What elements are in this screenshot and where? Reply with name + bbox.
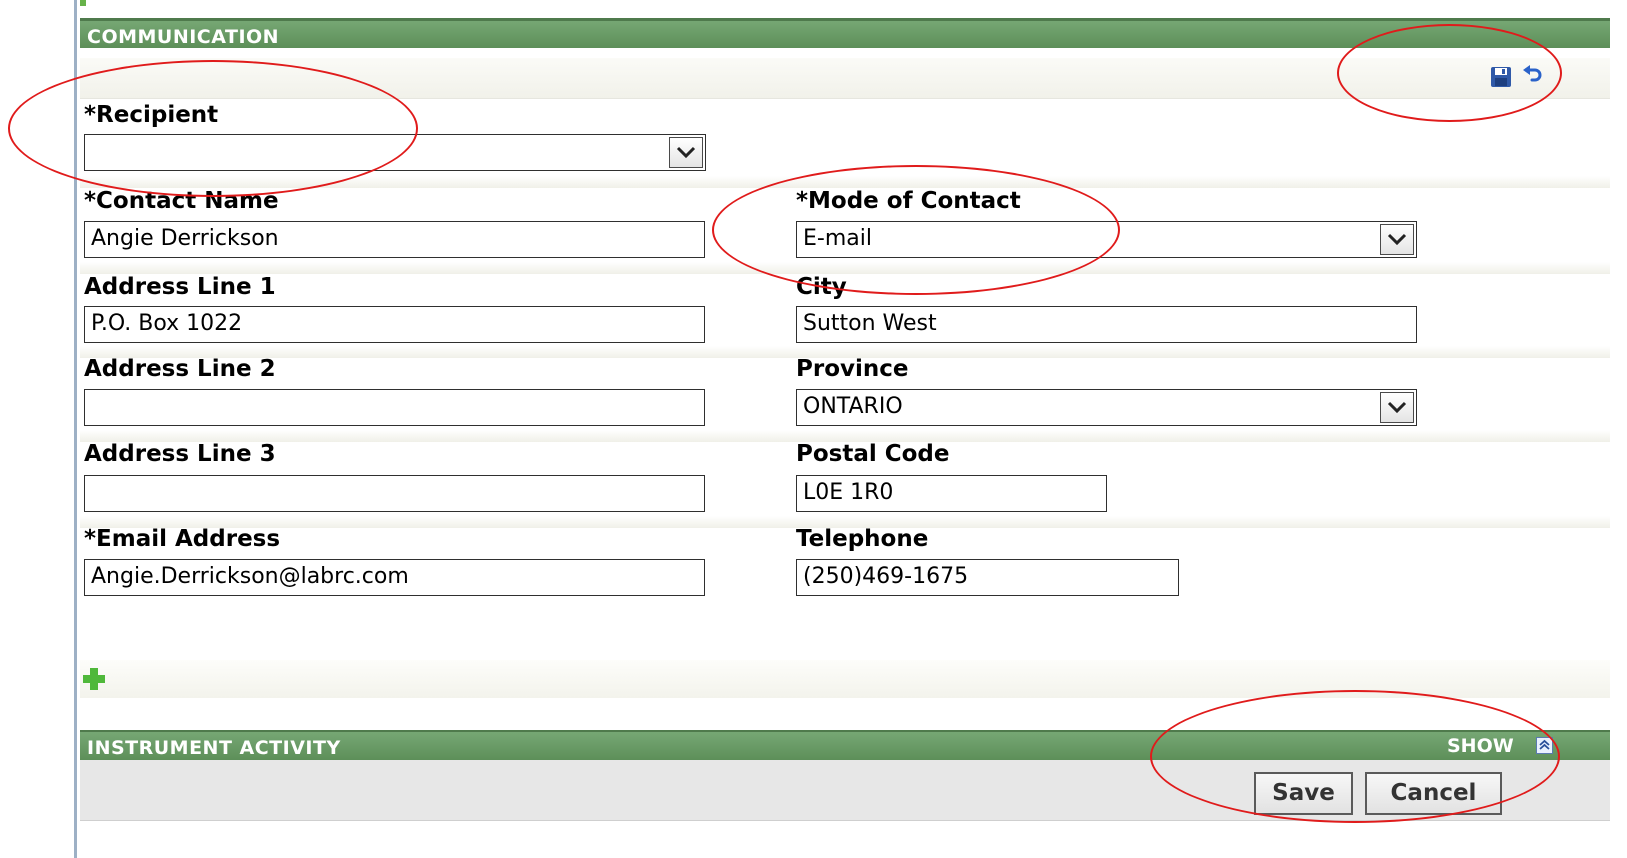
city-label: City xyxy=(796,274,847,300)
province-label: Province xyxy=(796,356,909,382)
contact-name-value: Angie Derrickson xyxy=(91,226,279,251)
telephone-value: (250)469-1675 xyxy=(803,564,969,589)
email-address-value: Angie.Derrickson@labrc.com xyxy=(91,564,409,589)
postal-code-label: Postal Code xyxy=(796,441,950,467)
row-separator xyxy=(80,262,1610,274)
city-field[interactable]: Sutton West xyxy=(796,306,1417,343)
save-icon[interactable] xyxy=(1490,66,1512,88)
address-line-2-label: Address Line 2 xyxy=(84,356,276,382)
expand-icon[interactable] xyxy=(1536,737,1553,754)
mode-of-contact-select[interactable]: E-mail xyxy=(796,221,1417,258)
postal-code-field[interactable]: L0E 1R0 xyxy=(796,475,1107,512)
row-separator xyxy=(80,176,1610,188)
instrument-activity-section-header[interactable]: INSTRUMENT ACTIVITY xyxy=(80,730,1610,760)
postal-code-value: L0E 1R0 xyxy=(803,480,894,505)
collapsed-add-icon[interactable] xyxy=(80,0,86,6)
chevron-down-icon[interactable] xyxy=(1380,224,1414,255)
communication-toolbar xyxy=(80,58,1610,99)
telephone-label: Telephone xyxy=(796,526,929,552)
undo-icon[interactable] xyxy=(1520,64,1544,88)
recipient-label: *Recipient xyxy=(84,102,219,128)
add-row-strip xyxy=(80,660,1610,698)
address-line-1-value: P.O. Box 1022 xyxy=(91,311,243,336)
address-line-2-field[interactable] xyxy=(84,389,705,426)
address-line-3-label: Address Line 3 xyxy=(84,441,276,467)
contact-name-label: *Contact Name xyxy=(84,188,279,214)
chevron-down-icon[interactable] xyxy=(1380,392,1414,423)
recipient-select[interactable] xyxy=(84,134,706,171)
left-border xyxy=(74,0,77,858)
cancel-button[interactable]: Cancel xyxy=(1365,772,1502,815)
email-address-field[interactable]: Angie.Derrickson@labrc.com xyxy=(84,559,705,596)
show-toggle[interactable]: SHOW xyxy=(1447,730,1514,760)
mode-of-contact-value: E-mail xyxy=(803,226,872,251)
page: COMMUNICATION *Recipient *Contact Name A… xyxy=(0,0,1627,858)
address-line-3-field[interactable] xyxy=(84,475,705,512)
chevron-down-icon[interactable] xyxy=(669,137,703,168)
address-line-1-label: Address Line 1 xyxy=(84,274,276,300)
mode-of-contact-label: *Mode of Contact xyxy=(796,188,1021,214)
email-address-label: *Email Address xyxy=(84,526,281,552)
contact-name-field[interactable]: Angie Derrickson xyxy=(84,221,705,258)
province-value: ONTARIO xyxy=(803,394,903,419)
instrument-activity-title: INSTRUMENT ACTIVITY xyxy=(87,737,341,759)
city-value: Sutton West xyxy=(803,311,937,336)
add-icon[interactable] xyxy=(81,666,107,692)
province-select[interactable]: ONTARIO xyxy=(796,389,1417,426)
address-line-1-field[interactable]: P.O. Box 1022 xyxy=(84,306,705,343)
communication-title: COMMUNICATION xyxy=(87,26,280,48)
save-button[interactable]: Save xyxy=(1254,772,1353,815)
telephone-field[interactable]: (250)469-1675 xyxy=(796,559,1179,596)
communication-section-header: COMMUNICATION xyxy=(80,18,1610,48)
